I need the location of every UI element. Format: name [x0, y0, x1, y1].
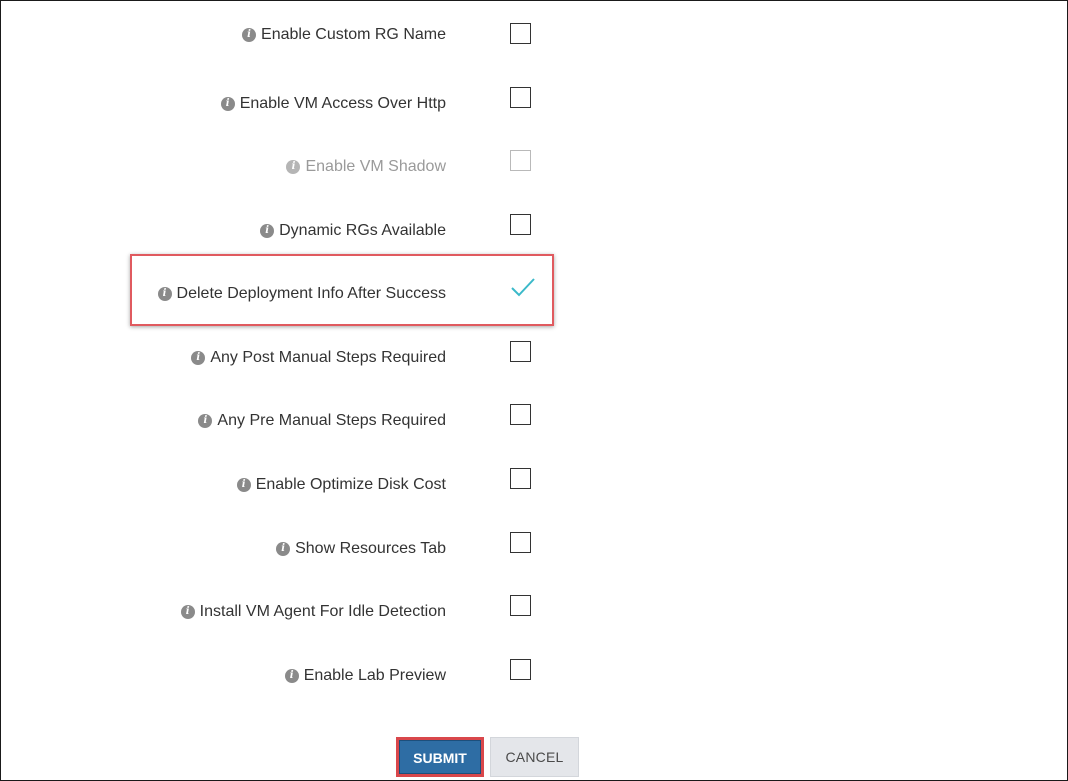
- info-icon[interactable]: i: [286, 160, 301, 174]
- enable-optimize-disk-cost-checkbox[interactable]: [510, 468, 531, 489]
- setting-row-enable-lab-preview: i Enable Lab Preview: [1, 656, 561, 696]
- setting-row-install-vm-agent-for-idle-detection: i Install VM Agent For Idle Detection: [1, 592, 561, 632]
- install-vm-agent-for-idle-detection-checkbox[interactable]: [510, 595, 531, 616]
- cancel-button[interactable]: CANCEL: [490, 737, 579, 777]
- setting-row-enable-custom-rg-name: i Enable Custom RG Name: [1, 15, 561, 55]
- setting-row-any-pre-manual-steps-required: i Any Pre Manual Steps Required: [1, 401, 561, 441]
- info-icon[interactable]: i: [236, 478, 251, 492]
- dynamic-rgs-available-checkbox[interactable]: [510, 214, 531, 235]
- setting-row-enable-optimize-disk-cost: i Enable Optimize Disk Cost: [1, 465, 561, 505]
- setting-label: Install VM Agent For Idle Detection: [199, 603, 446, 620]
- submit-button[interactable]: SUBMIT: [396, 737, 484, 777]
- setting-label: Enable VM Shadow: [305, 158, 446, 175]
- enable-custom-rg-name-checkbox[interactable]: [510, 23, 531, 44]
- checkmark-icon[interactable]: [508, 276, 538, 300]
- any-post-manual-steps-required-checkbox[interactable]: [510, 341, 531, 362]
- info-icon[interactable]: i: [284, 669, 299, 683]
- setting-label: Enable Optimize Disk Cost: [255, 476, 446, 493]
- enable-lab-preview-checkbox[interactable]: [510, 659, 531, 680]
- setting-row-delete-deployment-info-after-success: i Delete Deployment Info After Success: [1, 274, 561, 314]
- setting-row-dynamic-rgs-available: i Dynamic RGs Available: [1, 211, 561, 251]
- settings-panel: i Enable Custom RG Name i Enable VM Acce…: [0, 0, 1068, 781]
- info-icon[interactable]: i: [157, 287, 172, 301]
- setting-label: Enable Custom RG Name: [261, 26, 446, 43]
- setting-label: Any Post Manual Steps Required: [210, 349, 446, 366]
- setting-label: Any Pre Manual Steps Required: [217, 412, 446, 429]
- info-icon[interactable]: i: [242, 28, 257, 42]
- info-icon[interactable]: i: [276, 542, 291, 556]
- any-pre-manual-steps-required-checkbox[interactable]: [510, 404, 531, 425]
- setting-label: Delete Deployment Info After Success: [176, 285, 446, 302]
- info-icon[interactable]: i: [220, 97, 235, 111]
- enable-vm-access-over-http-checkbox[interactable]: [510, 87, 531, 108]
- setting-row-show-resources-tab: i Show Resources Tab: [1, 529, 561, 569]
- setting-row-any-post-manual-steps-required: i Any Post Manual Steps Required: [1, 338, 561, 378]
- setting-label: Enable VM Access Over Http: [239, 95, 446, 112]
- setting-label: Show Resources Tab: [295, 540, 446, 557]
- show-resources-tab-checkbox[interactable]: [510, 532, 531, 553]
- enable-vm-shadow-checkbox: [510, 150, 531, 171]
- setting-row-enable-vm-shadow: i Enable VM Shadow: [1, 147, 561, 187]
- setting-label: Enable Lab Preview: [303, 667, 446, 684]
- setting-label: Dynamic RGs Available: [279, 222, 446, 239]
- info-icon[interactable]: i: [260, 224, 275, 238]
- setting-row-enable-vm-access-over-http: i Enable VM Access Over Http: [1, 84, 561, 124]
- info-icon[interactable]: i: [198, 414, 213, 428]
- info-icon[interactable]: i: [180, 605, 195, 619]
- info-icon[interactable]: i: [191, 351, 206, 365]
